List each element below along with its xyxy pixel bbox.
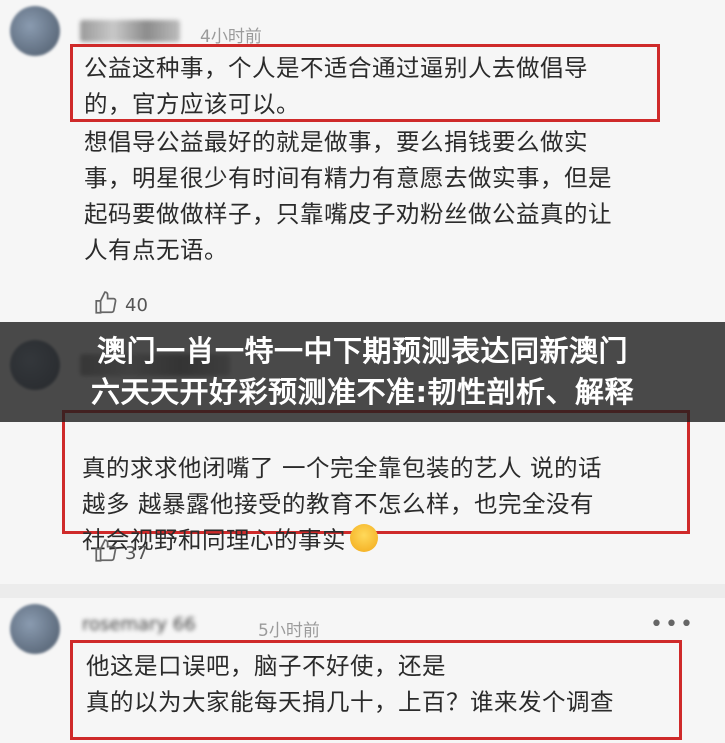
comment-highlighted-text: 他这是口误吧，脑子不好使，还是 真的以为大家能每天捐几十，上百？谁来发个调查 — [86, 652, 614, 716]
like-button[interactable]: 40 — [93, 290, 148, 321]
thumbs-up-icon — [93, 538, 119, 569]
comment-highlighted-text: 公益这种事，个人是不适合通过逼别人去做倡导 的，官方应该可以。 — [84, 54, 588, 118]
like-count: 37 — [125, 543, 148, 564]
comment-time: 5小时前 — [258, 621, 320, 641]
overlay-banner: 澳门一肖一特一中下期预测表达同新澳门 六天天开好彩预测准不准:韧性剖析、解释 — [0, 322, 725, 422]
banner-line-1: 澳门一肖一特一中下期预测表达同新澳门 — [96, 334, 628, 368]
username-blurred[interactable] — [80, 20, 180, 42]
thumbs-up-icon — [93, 290, 119, 321]
divider — [0, 584, 725, 598]
comment-highlighted-text: 真的求求他闭嘴了 一个完全靠包装的艺人 说的话 越多 越暴露他接受的教育不怎么样… — [82, 454, 602, 554]
comment-3: rosemary 66 5小时前 ••• 他这是口误吧，脑子不好使，还是 真的以… — [0, 600, 725, 743]
comment-text: 想倡导公益最好的就是做事，要么捐钱要么做实 事，明星很少有时间有精力有意愿去做实… — [84, 128, 612, 264]
like-count: 40 — [125, 295, 148, 316]
avatar[interactable] — [10, 604, 60, 654]
comment-1: 4小时前 公益这种事，个人是不适合通过逼别人去做倡导 的，官方应该可以。 想倡导… — [0, 0, 725, 330]
username[interactable]: rosemary 66 — [82, 614, 242, 636]
grinning-sweat-emoji — [350, 524, 378, 552]
like-button[interactable]: 37 — [93, 538, 148, 569]
banner-line-2: 六天天开好彩预测准不准:韧性剖析、解释 — [90, 375, 635, 409]
more-dots-icon[interactable]: ••• — [650, 612, 695, 637]
avatar[interactable] — [10, 6, 60, 56]
